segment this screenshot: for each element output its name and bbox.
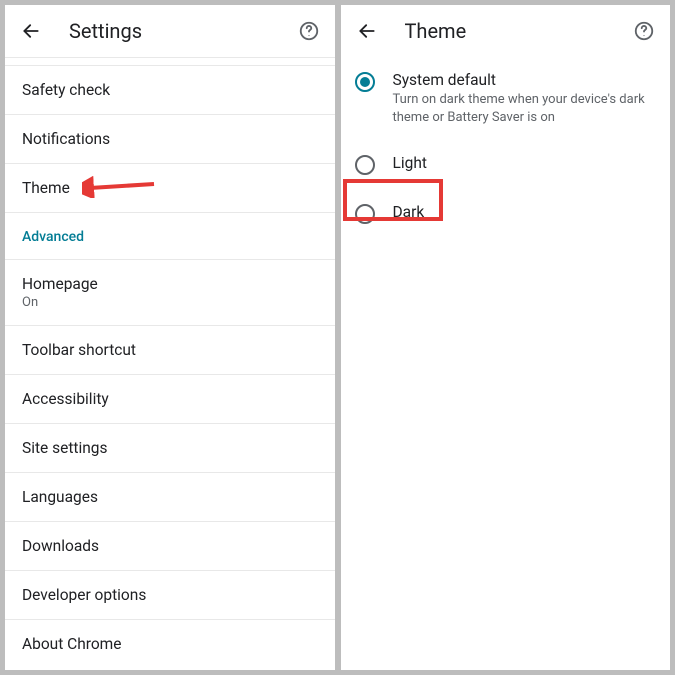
- settings-title: Settings: [69, 19, 295, 43]
- settings-header: Settings: [5, 5, 335, 57]
- item-label: Accessibility: [22, 390, 109, 408]
- theme-title: Theme: [405, 19, 631, 43]
- settings-item-developer-options[interactable]: Developer options: [5, 570, 335, 619]
- settings-item-theme[interactable]: Theme: [5, 163, 335, 212]
- back-arrow-icon: [21, 21, 41, 41]
- help-button[interactable]: [295, 17, 323, 45]
- option-desc: Turn on dark theme when your device's da…: [393, 91, 657, 126]
- radio-icon: [355, 155, 375, 175]
- radio-icon: [355, 72, 375, 92]
- settings-item-cut-off[interactable]: [5, 57, 335, 65]
- advanced-section-header: Advanced: [5, 212, 335, 259]
- back-arrow-icon: [357, 21, 377, 41]
- settings-item-languages[interactable]: Languages: [5, 472, 335, 521]
- item-label: Toolbar shortcut: [22, 341, 136, 359]
- item-label: Site settings: [22, 439, 108, 457]
- settings-item-homepage[interactable]: Homepage On: [5, 259, 335, 325]
- settings-item-site-settings[interactable]: Site settings: [5, 423, 335, 472]
- theme-option-system-default[interactable]: System default Turn on dark theme when y…: [341, 57, 671, 140]
- item-label: Notifications: [22, 130, 110, 148]
- theme-option-dark[interactable]: Dark: [341, 189, 671, 238]
- theme-options-list: System default Turn on dark theme when y…: [341, 57, 671, 670]
- theme-panel: Theme System default Turn on dark theme …: [341, 5, 671, 670]
- homepage-sub: On: [22, 295, 318, 310]
- settings-panel: Settings Safety check Notifications Them…: [5, 5, 335, 670]
- section-label: Advanced: [22, 229, 84, 245]
- settings-item-safety-check[interactable]: Safety check: [5, 65, 335, 114]
- item-label: About Chrome: [22, 635, 122, 653]
- theme-header: Theme: [341, 5, 671, 57]
- help-button[interactable]: [630, 17, 658, 45]
- settings-item-accessibility[interactable]: Accessibility: [5, 374, 335, 423]
- settings-item-toolbar-shortcut[interactable]: Toolbar shortcut: [5, 325, 335, 374]
- settings-item-downloads[interactable]: Downloads: [5, 521, 335, 570]
- theme-option-light[interactable]: Light: [341, 140, 671, 189]
- radio-icon: [355, 204, 375, 224]
- item-label: Safety check: [22, 81, 110, 99]
- item-label: Languages: [22, 488, 98, 506]
- option-content: Dark: [393, 203, 425, 221]
- help-icon: [298, 20, 320, 42]
- back-button[interactable]: [17, 17, 45, 45]
- back-button[interactable]: [353, 17, 381, 45]
- option-content: Light: [393, 154, 427, 172]
- item-label: Theme: [22, 179, 70, 197]
- settings-list: Safety check Notifications Theme Advance…: [5, 57, 335, 670]
- settings-item-notifications[interactable]: Notifications: [5, 114, 335, 163]
- option-label: Light: [393, 154, 427, 172]
- settings-item-about-chrome[interactable]: About Chrome: [5, 619, 335, 668]
- item-label: Downloads: [22, 537, 99, 555]
- item-label: Developer options: [22, 586, 146, 604]
- option-label: Dark: [393, 203, 425, 221]
- option-content: System default Turn on dark theme when y…: [393, 71, 657, 126]
- option-label: System default: [393, 71, 657, 89]
- item-label: Homepage: [22, 275, 98, 293]
- annotation-arrow-icon: [82, 174, 160, 202]
- help-icon: [633, 20, 655, 42]
